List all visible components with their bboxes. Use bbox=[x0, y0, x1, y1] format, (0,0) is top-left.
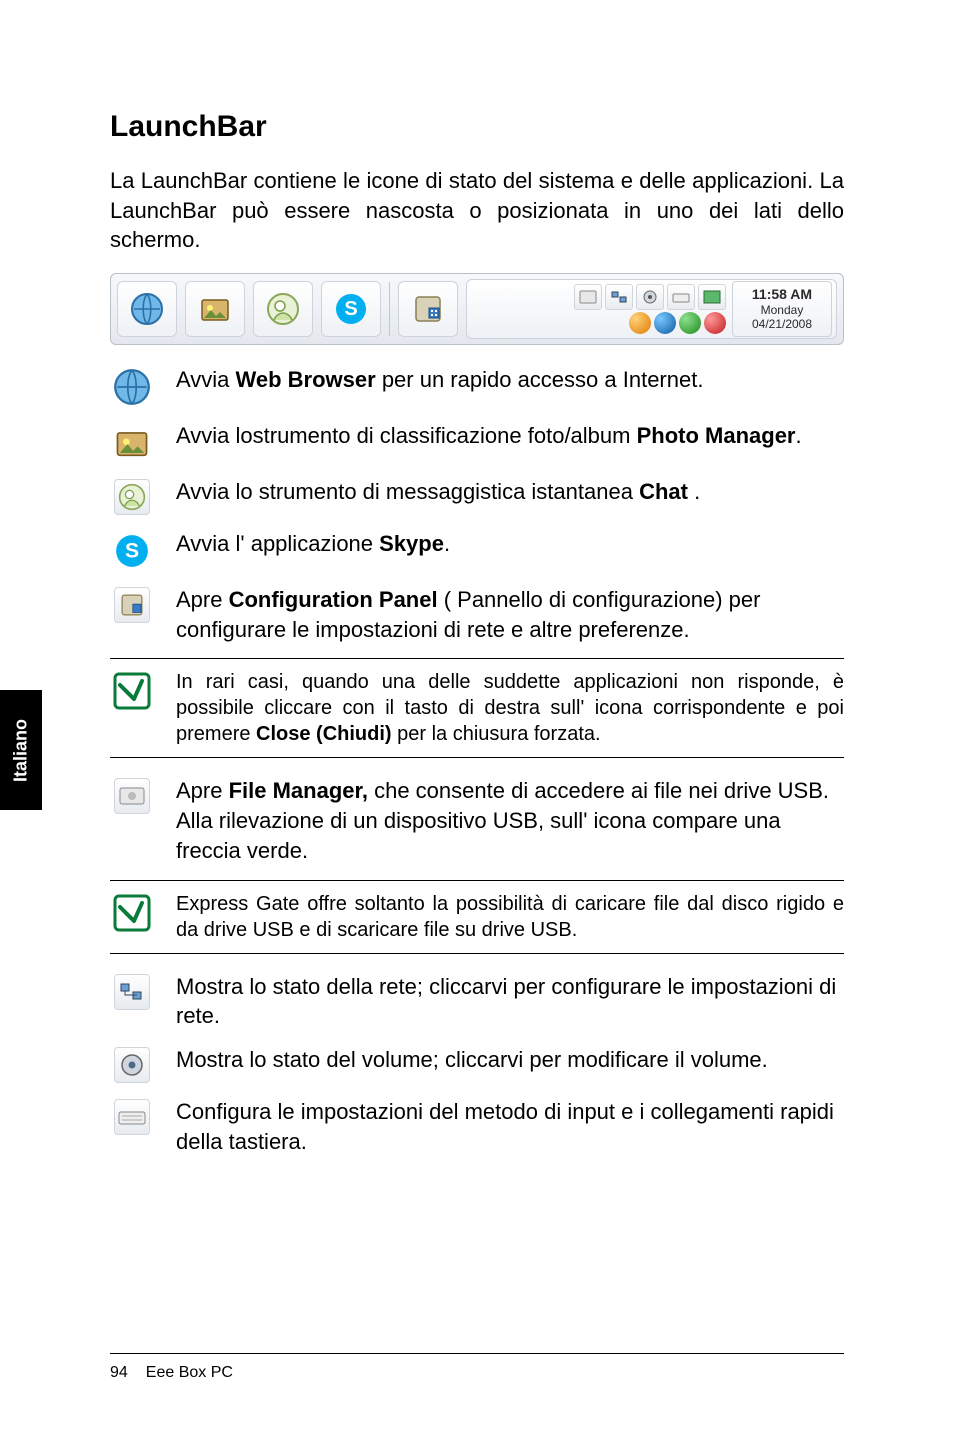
row-keyboard-text: Configura le impostazioni del metodo di … bbox=[176, 1097, 844, 1156]
note-icon bbox=[112, 671, 152, 711]
launchbar-clock: 11:58 AM Monday 04/21/2008 bbox=[732, 281, 832, 337]
row-network: Mostra lo stato della rete; cliccarvi pe… bbox=[110, 972, 844, 1031]
row-volume: Mostra lo stato del volume; cliccarvi pe… bbox=[110, 1045, 844, 1083]
skype-icon: S bbox=[112, 531, 152, 571]
row-file-manager: Apre File Manager, che consente di acced… bbox=[110, 776, 844, 865]
tray-ball-info-icon bbox=[654, 312, 676, 334]
launchbar-screenshot: S 11 bbox=[110, 273, 844, 345]
row-photo-manager-text: Avvia lostrumento di classificazione fot… bbox=[176, 421, 844, 451]
intro-paragraph: La LaunchBar contiene le icone di stato … bbox=[110, 166, 844, 255]
footer-product: Eee Box PC bbox=[146, 1364, 233, 1382]
tray-ball-power-icon bbox=[704, 312, 726, 334]
row-chat: Avvia lo strumento di messaggistica ista… bbox=[110, 477, 844, 515]
row-photo-manager: Avvia lostrumento di classificazione fot… bbox=[110, 421, 844, 463]
row-skype: S Avvia l' applicazione Skype. bbox=[110, 529, 844, 571]
tray-language-icon bbox=[698, 284, 726, 310]
launchbar-config-panel-icon bbox=[398, 281, 458, 337]
section-title: LaunchBar bbox=[110, 110, 844, 144]
page-number: 94 bbox=[110, 1364, 128, 1382]
row-skype-text: Avvia l' applicazione Skype. bbox=[176, 529, 844, 559]
row-chat-text: Avvia lo strumento di messaggistica ista… bbox=[176, 477, 844, 507]
clock-time: 11:58 AM bbox=[752, 286, 812, 303]
launchbar-web-browser-icon bbox=[117, 281, 177, 337]
note-close: In rari casi, quando una delle suddette … bbox=[110, 658, 844, 758]
row-config-panel-text: Apre Configuration Panel ( Pannello di c… bbox=[176, 585, 844, 644]
svg-text:S: S bbox=[344, 298, 357, 320]
tray-volume-icon bbox=[636, 284, 664, 310]
tray-file-manager-icon bbox=[574, 284, 602, 310]
note-icon bbox=[112, 893, 152, 933]
keyboard-icon bbox=[114, 1099, 150, 1135]
svg-text:S: S bbox=[125, 539, 139, 562]
row-config-panel: Apre Configuration Panel ( Pannello di c… bbox=[110, 585, 844, 644]
tray-network-icon bbox=[605, 284, 633, 310]
row-web-browser-text: Avvia Web Browser per un rapido accesso … bbox=[176, 365, 844, 395]
tray-keyboard-icon bbox=[667, 284, 695, 310]
note-close-text: In rari casi, quando una delle suddette … bbox=[176, 669, 844, 747]
launchbar-photo-manager-icon bbox=[185, 281, 245, 337]
row-volume-text: Mostra lo stato del volume; cliccarvi pe… bbox=[176, 1045, 844, 1075]
launchbar-skype-icon: S bbox=[321, 281, 381, 337]
launchbar-chat-icon bbox=[253, 281, 313, 337]
photo-manager-icon bbox=[112, 423, 152, 463]
launchbar-system-tray: 11:58 AM Monday 04/21/2008 bbox=[466, 279, 837, 339]
web-browser-icon bbox=[112, 367, 152, 407]
clock-day: Monday bbox=[761, 303, 804, 317]
row-network-text: Mostra lo stato della rete; cliccarvi pe… bbox=[176, 972, 844, 1031]
clock-date: 04/21/2008 bbox=[752, 317, 812, 331]
row-web-browser: Avvia Web Browser per un rapido accesso … bbox=[110, 365, 844, 407]
volume-icon bbox=[114, 1047, 150, 1083]
tray-ball-help-icon bbox=[679, 312, 701, 334]
page-footer: 94 Eee Box PC bbox=[110, 1353, 844, 1382]
tray-ball-orange-icon bbox=[629, 312, 651, 334]
file-manager-icon bbox=[114, 778, 150, 814]
note-usb: Express Gate offre soltanto la possibili… bbox=[110, 880, 844, 954]
note-usb-text: Express Gate offre soltanto la possibili… bbox=[176, 891, 844, 943]
config-panel-icon bbox=[114, 587, 150, 623]
row-file-manager-text: Apre File Manager, che consente di acced… bbox=[176, 776, 844, 865]
row-keyboard: Configura le impostazioni del metodo di … bbox=[110, 1097, 844, 1156]
chat-icon bbox=[114, 479, 150, 515]
network-icon bbox=[114, 974, 150, 1010]
